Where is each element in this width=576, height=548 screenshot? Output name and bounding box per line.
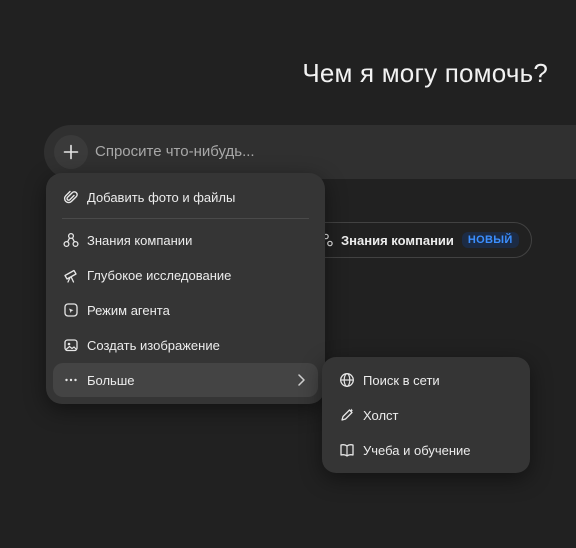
menu-divider: [62, 218, 309, 219]
agent-icon: [62, 301, 80, 319]
image-icon: [62, 336, 80, 354]
submenu-item-label: Холст: [363, 407, 399, 423]
paperclip-icon: [62, 188, 80, 206]
menu-item-label: Больше: [87, 372, 135, 388]
more-submenu: Поиск в сети Холст Учеба и обучение: [322, 357, 530, 473]
menu-item-company-knowledge[interactable]: Знания компании: [53, 223, 318, 257]
add-button[interactable]: [54, 135, 88, 169]
pen-icon: [338, 406, 356, 424]
submenu-item-label: Учеба и обучение: [363, 442, 471, 458]
submenu-item-label: Поиск в сети: [363, 372, 440, 388]
menu-item-agent-mode[interactable]: Режим агента: [53, 293, 318, 327]
plus-icon: [63, 144, 79, 160]
ellipsis-icon: [62, 371, 80, 389]
company-knowledge-chip[interactable]: Знания компании НОВЫЙ: [304, 222, 532, 258]
page-title: Чем я могу помочь?: [302, 58, 548, 88]
submenu-item-canvas[interactable]: Холст: [329, 398, 523, 432]
menu-item-label: Знания компании: [87, 232, 193, 248]
globe-icon: [338, 371, 356, 389]
submenu-item-web-search[interactable]: Поиск в сети: [329, 363, 523, 397]
menu-item-label: Добавить фото и файлы: [87, 189, 236, 205]
telescope-icon: [62, 266, 80, 284]
menu-item-more[interactable]: Больше: [53, 363, 318, 397]
composer[interactable]: Спросите что-нибудь...: [44, 125, 576, 179]
menu-item-add-files[interactable]: Добавить фото и файлы: [53, 180, 318, 214]
submenu-item-study-learn[interactable]: Учеба и обучение: [329, 433, 523, 467]
attach-menu: Добавить фото и файлы Знания компании Гл…: [46, 173, 325, 404]
chevron-right-icon: [296, 373, 306, 387]
prompt-input[interactable]: Спросите что-нибудь...: [95, 143, 255, 160]
connectors-icon: [62, 231, 80, 249]
menu-item-label: Глубокое исследование: [87, 267, 232, 283]
menu-item-label: Создать изображение: [87, 337, 220, 353]
menu-item-label: Режим агента: [87, 302, 170, 318]
chip-label: Знания компании: [341, 232, 454, 248]
menu-item-deep-research[interactable]: Глубокое исследование: [53, 258, 318, 292]
book-icon: [338, 441, 356, 459]
menu-item-create-image[interactable]: Создать изображение: [53, 328, 318, 362]
new-badge: НОВЫЙ: [461, 232, 519, 248]
